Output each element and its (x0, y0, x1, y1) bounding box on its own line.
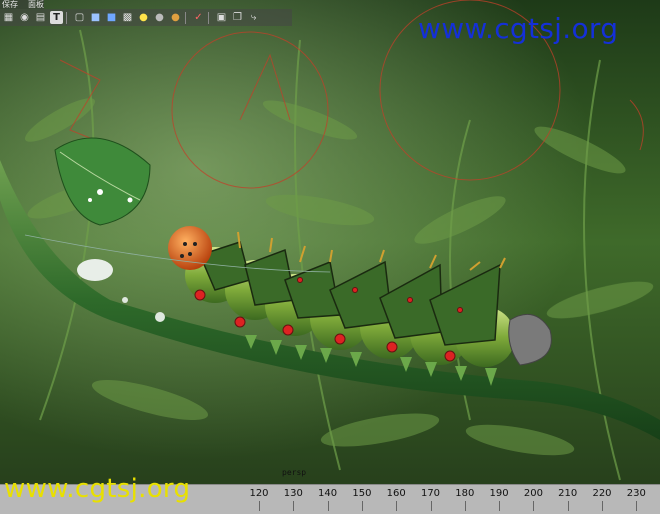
timeline-tick-label: 120 (249, 488, 269, 499)
timeline-tick-label: 190 (489, 488, 509, 499)
viewport-toolbar: ▦ ◉ ▤ T ▢ ■ ■ ▩ ● ● ● ✓ ▣ ❐ ⤷ (0, 9, 292, 26)
grid-icon[interactable]: ▦ (2, 11, 15, 24)
timeline-tick-label: 150 (352, 488, 372, 499)
isolate-icon[interactable]: ▣ (215, 11, 228, 24)
timeline-tick (567, 501, 569, 511)
timeline-tick-label: 170 (420, 488, 441, 499)
maya-screen: 保存 面板 ▦ ◉ ▤ T ▢ ■ ■ ▩ ● ● ● ✓ ▣ ❐ ⤷ www.… (0, 0, 660, 514)
light-icon[interactable]: ● (137, 11, 150, 24)
share-icon[interactable]: ⤷ (247, 11, 260, 24)
timeline-tick-label: 220 (592, 488, 612, 499)
shaded-cube-icon[interactable]: ■ (89, 11, 102, 24)
watermark-top: www.cgtsj.org (418, 12, 619, 45)
timeline-tick-label: 140 (318, 488, 338, 499)
menu-item-save[interactable]: 保存 (2, 0, 18, 9)
layers-icon[interactable]: ❐ (231, 11, 244, 24)
timeline-tick (361, 501, 363, 511)
watermark-bottom: www.cgtsj.org (4, 474, 191, 504)
timeline-tick (327, 501, 329, 511)
timeline-tick (464, 501, 466, 511)
timeline-tick-label: 180 (455, 488, 475, 499)
timeline-tick (396, 501, 398, 511)
scene-render (0, 0, 660, 484)
timeline-tick (636, 501, 638, 511)
textured-cube-icon[interactable]: ■ (105, 11, 118, 24)
timeline-tick (602, 501, 603, 511)
text-icon[interactable]: T (50, 11, 63, 24)
timeline-tick-label: 200 (523, 488, 543, 499)
menu-strip: 保存 面板 (0, 0, 44, 9)
material-sphere-icon[interactable]: ● (169, 11, 182, 24)
perspective-viewport[interactable]: 保存 面板 ▦ ◉ ▤ T ▢ ■ ■ ▩ ● ● ● ✓ ▣ ❐ ⤷ www.… (0, 0, 660, 484)
cube-icon[interactable]: ▢ (73, 11, 86, 24)
camera-icon[interactable]: ◉ (18, 11, 31, 24)
timeline-tick (293, 501, 295, 511)
timeline-tick-label: 130 (283, 488, 303, 499)
wireframe-icon[interactable]: ▤ (34, 11, 47, 24)
toolbar-separator (185, 11, 189, 24)
timeline-tick (430, 501, 432, 511)
sphere-icon[interactable]: ● (153, 11, 166, 24)
timeline-tick-label: 160 (386, 488, 406, 499)
camera-label: persp (282, 468, 307, 477)
toolbar-separator (66, 11, 70, 24)
toolbar-separator (208, 11, 212, 24)
checker-icon[interactable]: ▩ (121, 11, 134, 24)
menu-item-panels[interactable]: 面板 (28, 0, 44, 9)
select-icon[interactable]: ✓ (192, 11, 205, 24)
timeline-tick (499, 501, 501, 511)
timeline-tick-label: 210 (558, 488, 578, 499)
timeline-tick-label: 230 (626, 488, 646, 499)
timeline-tick (259, 501, 260, 511)
timeline-tick (533, 501, 535, 511)
